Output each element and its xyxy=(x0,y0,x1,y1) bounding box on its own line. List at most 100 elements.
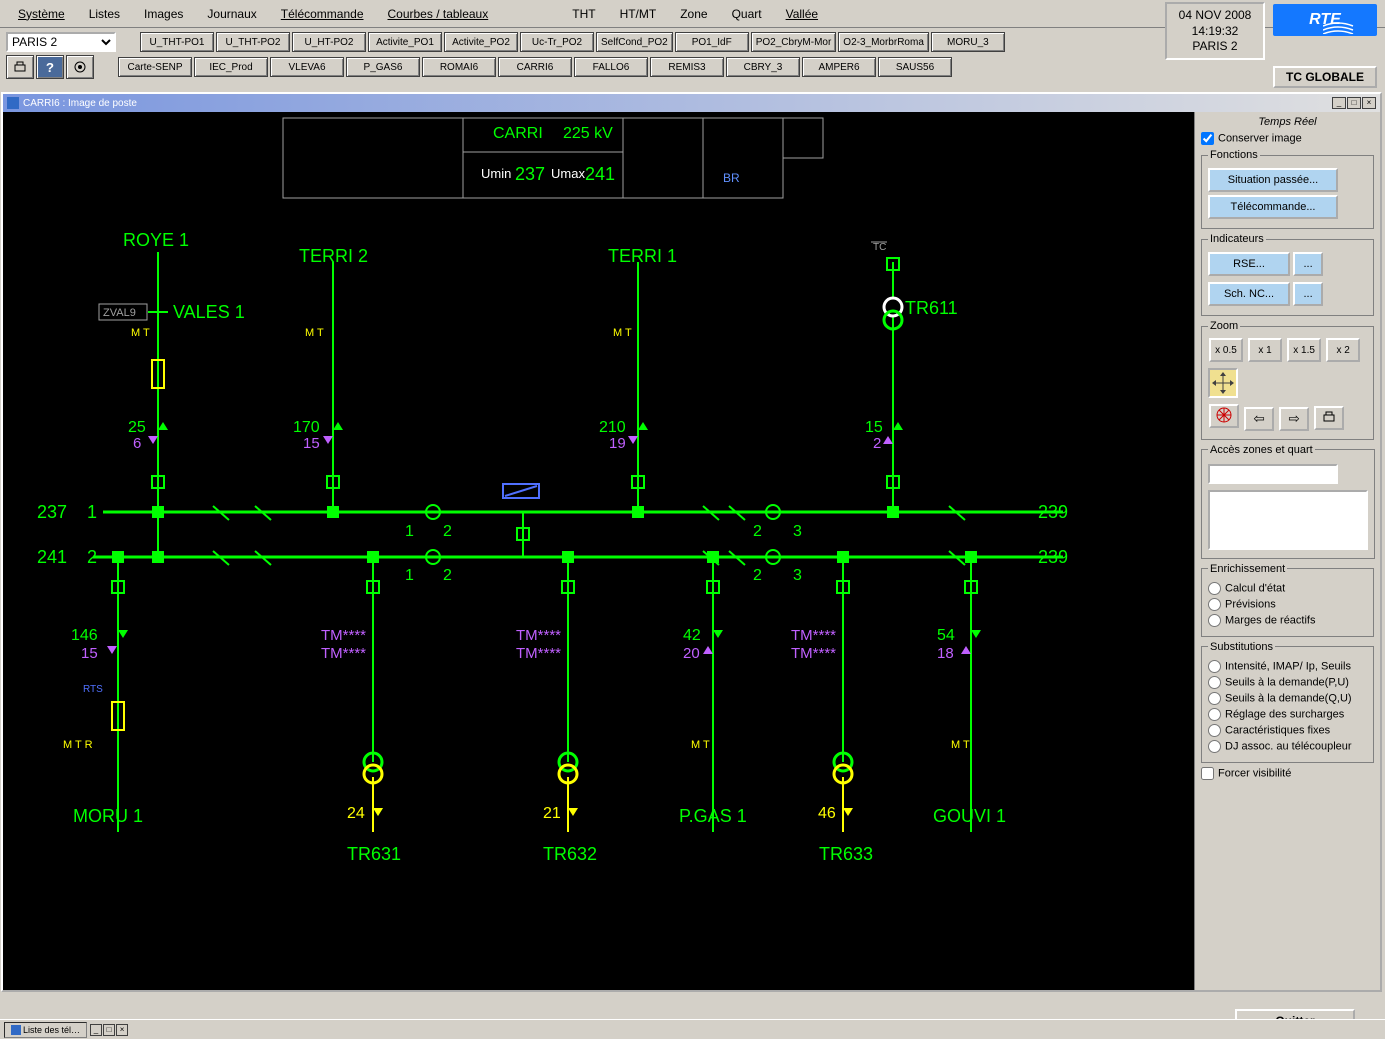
sch-nc-button[interactable]: Sch. NC... xyxy=(1208,282,1290,306)
dj-assoc-radio[interactable]: DJ assoc. au télécoupleur xyxy=(1208,740,1367,753)
pan-icon[interactable] xyxy=(1208,368,1238,398)
scada-diagram[interactable]: CARRI 225 kV Umin 237 Umax 241 BR xyxy=(3,112,1194,990)
menu-tht[interactable]: THT xyxy=(560,4,607,24)
nav-right-icon[interactable]: ⇨ xyxy=(1279,407,1309,431)
enrichissement-fieldset: Enrichissement Calcul d'état Prévisions … xyxy=(1201,563,1374,637)
seuils-pu-radio[interactable]: Seuils à la demande(P,U) xyxy=(1208,676,1367,689)
scada-window: CARRI6 : Image de poste _ □ × CARRI 225 xyxy=(1,92,1382,992)
menu-htmt[interactable]: HT/MT xyxy=(608,4,669,24)
menu-images[interactable]: Images xyxy=(132,4,195,24)
btn-po2-cbry[interactable]: PO2_CbryM-Mor xyxy=(751,32,837,52)
time-display: 14:19:32 xyxy=(1167,24,1263,40)
btn-activite-po1[interactable]: Activite_PO1 xyxy=(368,32,442,52)
menu-listes[interactable]: Listes xyxy=(77,4,132,24)
previsions-radio[interactable]: Prévisions xyxy=(1208,598,1367,611)
moru-label: MORU 1 xyxy=(73,806,143,826)
btn-carte-senp[interactable]: Carte-SENP xyxy=(118,57,192,77)
rse-button[interactable]: RSE... xyxy=(1208,252,1290,276)
taskbar-min-icon[interactable]: _ xyxy=(90,1024,102,1036)
btn-selfcond-po2[interactable]: SelfCond_PO2 xyxy=(596,32,673,52)
window-titlebar[interactable]: CARRI6 : Image de poste _ □ × xyxy=(3,94,1380,112)
menu-telecommande[interactable]: Télécommande xyxy=(269,4,376,24)
busbar2-num: 2 xyxy=(87,547,97,567)
menu-quart[interactable]: Quart xyxy=(720,4,774,24)
minimize-button[interactable]: _ xyxy=(1332,97,1346,109)
nav-print-icon[interactable] xyxy=(1314,406,1344,430)
maximize-button[interactable]: □ xyxy=(1347,97,1361,109)
taskbar-item[interactable]: Liste des tél… xyxy=(4,1022,87,1038)
tr633-tm1: TM**** xyxy=(791,627,836,644)
btn-cbry3[interactable]: CBRY_3 xyxy=(726,57,800,77)
moru-q: 15 xyxy=(81,645,98,662)
site-select[interactable]: PARIS 2 xyxy=(6,32,116,52)
zoom-15-button[interactable]: x 1.5 xyxy=(1287,338,1321,362)
umin-label: Umin xyxy=(481,166,511,181)
close-button[interactable]: × xyxy=(1362,97,1376,109)
btn-carri6[interactable]: CARRI6 xyxy=(498,57,572,77)
reglage-radio[interactable]: Réglage des surcharges xyxy=(1208,708,1367,721)
access-listbox[interactable] xyxy=(1208,490,1368,550)
pgas-label: P.GAS 1 xyxy=(679,806,747,826)
telecommande-button[interactable]: Télécommande... xyxy=(1208,195,1338,219)
terri2-q: 15 xyxy=(303,435,320,452)
forcer-visibilite-checkbox[interactable]: Forcer visibilité xyxy=(1201,767,1374,780)
btn-utht-po2[interactable]: U_THT-PO2 xyxy=(216,32,290,52)
btn-iec-prod[interactable]: IEC_Prod xyxy=(194,57,268,77)
svg-text:3: 3 xyxy=(793,523,802,540)
compass-icon[interactable] xyxy=(1209,404,1239,428)
btn-uht-po2[interactable]: U_HT-PO2 xyxy=(292,32,366,52)
btn-saus56[interactable]: SAUS56 xyxy=(878,57,952,77)
sch-nc-more-button[interactable]: ... xyxy=(1293,282,1323,306)
btn-moru3[interactable]: MORU_3 xyxy=(931,32,1005,52)
zoom-05-button[interactable]: x 0.5 xyxy=(1209,338,1243,362)
gear-icon[interactable] xyxy=(66,55,94,79)
btn-remis3[interactable]: REMIS3 xyxy=(650,57,724,77)
roye-p: 25 xyxy=(128,419,146,436)
btn-amper6[interactable]: AMPER6 xyxy=(802,57,876,77)
umin-value: 237 xyxy=(515,164,545,184)
intensite-radio[interactable]: Intensité, IMAP/ Ip, Seuils xyxy=(1208,660,1367,673)
btn-utht-po1[interactable]: U_THT-PO1 xyxy=(140,32,214,52)
btn-po1-idf[interactable]: PO1_IdF xyxy=(675,32,749,52)
btn-activite-po2[interactable]: Activite_PO2 xyxy=(444,32,518,52)
btn-romai6[interactable]: ROMAI6 xyxy=(422,57,496,77)
access-input[interactable] xyxy=(1208,464,1338,484)
tr632-tm2: TM**** xyxy=(516,645,561,662)
menu-systeme[interactable]: Système xyxy=(6,4,77,24)
situation-passee-button[interactable]: Situation passée... xyxy=(1208,168,1338,192)
btn-vleva6[interactable]: VLEVA6 xyxy=(270,57,344,77)
btn-uctr-po2[interactable]: Uc-Tr_PO2 xyxy=(520,32,594,52)
mt-tag-gouvi: M T xyxy=(951,739,970,751)
help-icon[interactable]: ? xyxy=(36,55,64,79)
marges-radio[interactable]: Marges de réactifs xyxy=(1208,614,1367,627)
nav-left-icon[interactable]: ⇦ xyxy=(1244,407,1274,431)
menu-courbes[interactable]: Courbes / tableaux xyxy=(376,4,501,24)
zoom-1-button[interactable]: x 1 xyxy=(1248,338,1282,362)
taskbar-max-icon[interactable]: □ xyxy=(103,1024,115,1036)
pgas-q: 20 xyxy=(683,645,700,662)
fonctions-fieldset: Fonctions Situation passée... Télécomman… xyxy=(1201,149,1374,229)
terri2-label: TERRI 2 xyxy=(299,246,368,266)
tr631-label: TR631 xyxy=(347,844,401,864)
conserver-image-checkbox[interactable]: Conserver image xyxy=(1201,132,1374,145)
taskbar-close-icon[interactable]: × xyxy=(116,1024,128,1036)
btn-o23-morbr[interactable]: O2-3_MorbrRoma xyxy=(838,32,929,52)
caracteristiques-radio[interactable]: Caractéristiques fixes xyxy=(1208,724,1367,737)
tr631-tm2: TM**** xyxy=(321,645,366,662)
mt-tag-terri2: M T xyxy=(305,327,324,339)
btn-pgas6[interactable]: P_GAS6 xyxy=(346,57,420,77)
tc-globale-button[interactable]: TC GLOBALE xyxy=(1273,66,1377,88)
print-icon[interactable] xyxy=(6,55,34,79)
terri2-p: 170 xyxy=(293,419,320,436)
tr633-value: 46 xyxy=(818,805,836,822)
btn-fallo6[interactable]: FALLO6 xyxy=(574,57,648,77)
menu-vallee[interactable]: Vallée xyxy=(774,4,830,24)
terri1-q: 19 xyxy=(609,435,626,452)
menu-zone[interactable]: Zone xyxy=(668,4,719,24)
tr631-value: 24 xyxy=(347,805,365,822)
calcul-etat-radio[interactable]: Calcul d'état xyxy=(1208,582,1367,595)
zoom-2-button[interactable]: x 2 xyxy=(1326,338,1360,362)
rse-more-button[interactable]: ... xyxy=(1293,252,1323,276)
seuils-qu-radio[interactable]: Seuils à la demande(Q,U) xyxy=(1208,692,1367,705)
menu-journaux[interactable]: Journaux xyxy=(195,4,268,24)
